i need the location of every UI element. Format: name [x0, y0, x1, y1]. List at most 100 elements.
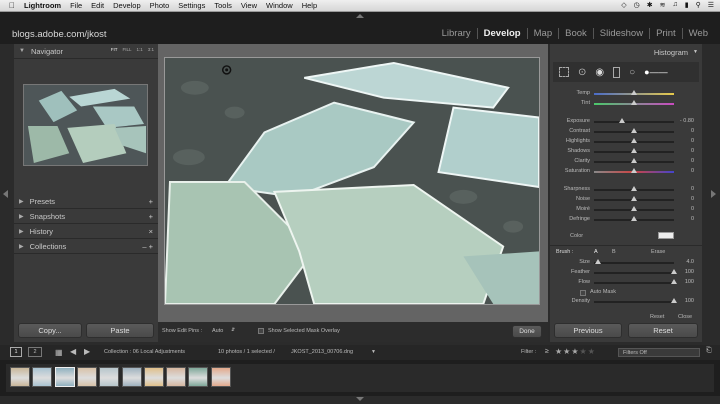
collections-actions[interactable]: – +: [142, 242, 153, 251]
panel-close-link[interactable]: Close: [678, 314, 692, 320]
slider-row-moir[interactable]: Moiré 0: [550, 205, 702, 215]
back-arrow-icon[interactable]: ◀: [70, 347, 76, 356]
wifi-icon[interactable]: ≋: [660, 1, 666, 9]
slider-thumb[interactable]: [631, 206, 637, 211]
rating-operator[interactable]: ≥: [545, 348, 549, 355]
star-icon[interactable]: ★: [571, 347, 579, 356]
navigator-preview[interactable]: [23, 84, 148, 166]
slider-row-tint[interactable]: Tint: [550, 99, 702, 109]
brush-row-flow[interactable]: Flow 100: [550, 278, 702, 288]
slider-row-sharpness[interactable]: Sharpness 0: [550, 185, 702, 195]
right-panel-toggle-icon[interactable]: [711, 190, 716, 198]
brush-slider-track[interactable]: [594, 262, 674, 264]
slider-row-clarity[interactable]: Clarity 0: [550, 157, 702, 167]
slider-thumb[interactable]: [631, 90, 637, 95]
slider-row-exposure[interactable]: Exposure - 0.80: [550, 117, 702, 127]
zoom-3-1[interactable]: 3:1: [148, 47, 154, 52]
brush-slider-thumb[interactable]: [671, 279, 677, 284]
star-rating-filter[interactable]: ★★★★★: [555, 347, 596, 356]
main-photo[interactable]: [164, 57, 540, 305]
navigator-header[interactable]: ▼ Navigator FIT FILL 1:1 3:1: [14, 44, 158, 59]
paste-button[interactable]: Paste: [86, 323, 154, 338]
filmstrip-thumbnail[interactable]: [76, 367, 97, 387]
slider-thumb[interactable]: [619, 118, 625, 123]
add-snapshot-icon[interactable]: +: [149, 212, 153, 221]
slider-thumb[interactable]: [631, 128, 637, 133]
brush-b-tab[interactable]: B: [612, 249, 616, 255]
spot-removal-tool-icon[interactable]: ⊙: [578, 67, 586, 78]
list-icon[interactable]: ☰: [708, 1, 714, 9]
slider-thumb[interactable]: [631, 100, 637, 105]
slider-row-contrast[interactable]: Contrast 0: [550, 127, 702, 137]
auto-mask-checkbox[interactable]: [580, 290, 586, 296]
slider-thumb[interactable]: [631, 148, 637, 153]
panel-history[interactable]: ▶ History ×: [14, 224, 158, 239]
slider-row-highlights[interactable]: Highlights 0: [550, 137, 702, 147]
dropbox-icon[interactable]: ◇: [621, 1, 626, 9]
slider-thumb[interactable]: [631, 138, 637, 143]
slider-row-density[interactable]: Density 100: [550, 297, 702, 307]
zoom-fill[interactable]: FILL: [122, 47, 131, 52]
module-develop[interactable]: Develop: [476, 28, 527, 39]
menu-tools[interactable]: Tools: [214, 1, 232, 10]
menu-app-name[interactable]: Lightroom: [24, 1, 61, 10]
brush-slider-thumb[interactable]: [671, 269, 677, 274]
graduated-filter-icon[interactable]: [613, 66, 621, 78]
page-1-button[interactable]: 1: [10, 347, 22, 357]
filter-preset-dropdown[interactable]: Filters Off: [618, 348, 700, 357]
left-panel-toggle-icon[interactable]: [3, 190, 8, 198]
slider-row-shadows[interactable]: Shadows 0: [550, 147, 702, 157]
brush-row-feather[interactable]: Feather 100: [550, 268, 702, 278]
slider-thumb[interactable]: [631, 158, 637, 163]
slider-thumb[interactable]: [631, 168, 637, 173]
menu-photo[interactable]: Photo: [150, 1, 170, 10]
filmstrip-thumbnail[interactable]: [99, 367, 120, 387]
brush-erase-tab[interactable]: Erase: [651, 249, 665, 255]
brush-slider-track[interactable]: [594, 272, 674, 274]
menu-edit[interactable]: Edit: [91, 1, 104, 10]
brush-row-size[interactable]: Size 4.0: [550, 258, 702, 268]
menu-window[interactable]: Window: [266, 1, 293, 10]
slider-row-temp[interactable]: Temp: [550, 89, 702, 99]
mask-overlay-checkbox[interactable]: [258, 328, 264, 334]
panel-snapshots[interactable]: ▶ Snapshots +: [14, 209, 158, 224]
slider-thumb[interactable]: [631, 186, 637, 191]
crop-tool-icon[interactable]: [559, 67, 569, 77]
zoom-fit[interactable]: FIT: [111, 47, 118, 52]
module-web[interactable]: Web: [681, 28, 714, 39]
slider-thumb[interactable]: [631, 216, 637, 221]
histogram-header[interactable]: Histogram ▼: [550, 44, 702, 59]
filmstrip-thumbnail[interactable]: [210, 367, 231, 387]
brush-a-tab[interactable]: A: [594, 249, 598, 255]
module-slideshow[interactable]: Slideshow: [592, 28, 649, 39]
slider-row-saturation[interactable]: Saturation 0: [550, 167, 702, 177]
forward-arrow-icon[interactable]: ▶: [84, 347, 90, 356]
panel-presets[interactable]: ▶ Presets +: [14, 194, 158, 209]
add-preset-icon[interactable]: +: [149, 197, 153, 206]
filmstrip-thumbnail[interactable]: [188, 367, 209, 387]
filmstrip-thumbnail[interactable]: [143, 367, 164, 387]
slider-row-noise[interactable]: Noise 0: [550, 195, 702, 205]
color-swatch[interactable]: [658, 232, 674, 239]
star-icon[interactable]: ★: [588, 347, 596, 356]
current-filename[interactable]: JKOST_2013_00706.dng: [291, 349, 353, 355]
menu-settings[interactable]: Settings: [178, 1, 205, 10]
red-eye-tool-icon[interactable]: ◉: [595, 67, 604, 78]
top-panel-toggle-icon[interactable]: [356, 14, 364, 18]
panel-reset-link[interactable]: Reset: [650, 314, 664, 320]
grid-view-icon[interactable]: ▦: [55, 348, 63, 357]
menu-help[interactable]: Help: [302, 1, 317, 10]
module-map[interactable]: Map: [526, 28, 558, 39]
star-icon[interactable]: ★: [580, 347, 588, 356]
filmstrip-thumbnail[interactable]: [10, 367, 30, 387]
panel-collections[interactable]: ▶ Collections – +: [14, 239, 158, 254]
menu-view[interactable]: View: [241, 1, 257, 10]
collection-source[interactable]: Collection : 06 Local Adjustments: [104, 349, 185, 355]
slider-row-defringe[interactable]: Defringe 0: [550, 215, 702, 225]
filmstrip-thumbnail[interactable]: [32, 367, 53, 387]
adjustment-brush-icon[interactable]: ●——: [644, 67, 667, 77]
bluetooth-icon[interactable]: ✱: [647, 1, 653, 9]
density-thumb[interactable]: [671, 298, 677, 303]
slider-thumb[interactable]: [631, 196, 637, 201]
module-book[interactable]: Book: [558, 28, 593, 39]
